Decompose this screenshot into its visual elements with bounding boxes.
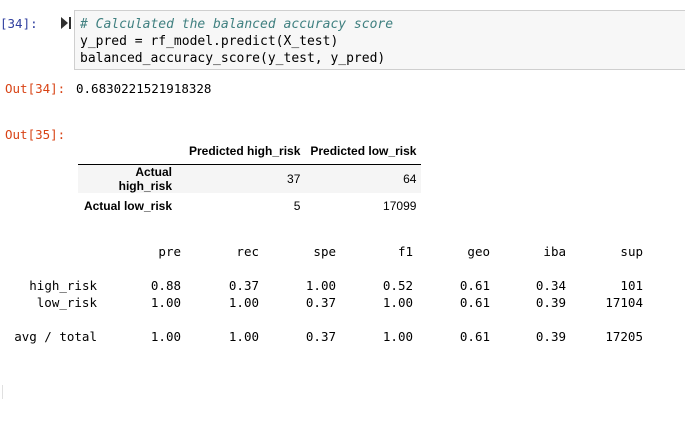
report-cell: 1.00 <box>150 295 181 310</box>
report-cell: 0.61 <box>459 329 490 344</box>
report-cell: 17104 <box>605 295 643 310</box>
report-header: sup <box>620 244 643 259</box>
report-cell: 0.37 <box>305 295 336 310</box>
classification-report: pre rec spe f1 geo iba sup high_risk 0.8… <box>0 0 685 423</box>
report-cell: 1.00 <box>228 329 259 344</box>
report-cell: 0.61 <box>459 295 490 310</box>
report-cell: 0.34 <box>535 278 566 293</box>
report-cell: 0.39 <box>535 295 566 310</box>
cell-divider <box>2 385 3 399</box>
report-row-label: high_risk <box>29 278 97 293</box>
report-header: rec <box>236 244 259 259</box>
report-cell: 0.88 <box>150 278 181 293</box>
report-cell: 1.00 <box>305 278 336 293</box>
report-cell: 0.37 <box>228 278 259 293</box>
report-row-label: low_risk <box>36 295 97 310</box>
report-header: geo <box>467 244 490 259</box>
report-header: pre <box>158 244 181 259</box>
report-cell: 0.52 <box>382 278 413 293</box>
report-cell: 1.00 <box>150 329 181 344</box>
report-cell: 0.37 <box>305 329 336 344</box>
report-cell: 0.39 <box>535 329 566 344</box>
report-cell: 17205 <box>605 329 643 344</box>
report-cell: 1.00 <box>382 329 413 344</box>
report-row-label: avg / total <box>14 329 97 344</box>
report-header: iba <box>543 244 566 259</box>
report-header: spe <box>313 244 336 259</box>
report-cell: 0.61 <box>459 278 490 293</box>
report-cell: 1.00 <box>228 295 259 310</box>
report-header: f1 <box>397 244 413 259</box>
report-cell: 101 <box>620 278 643 293</box>
report-cell: 1.00 <box>382 295 413 310</box>
